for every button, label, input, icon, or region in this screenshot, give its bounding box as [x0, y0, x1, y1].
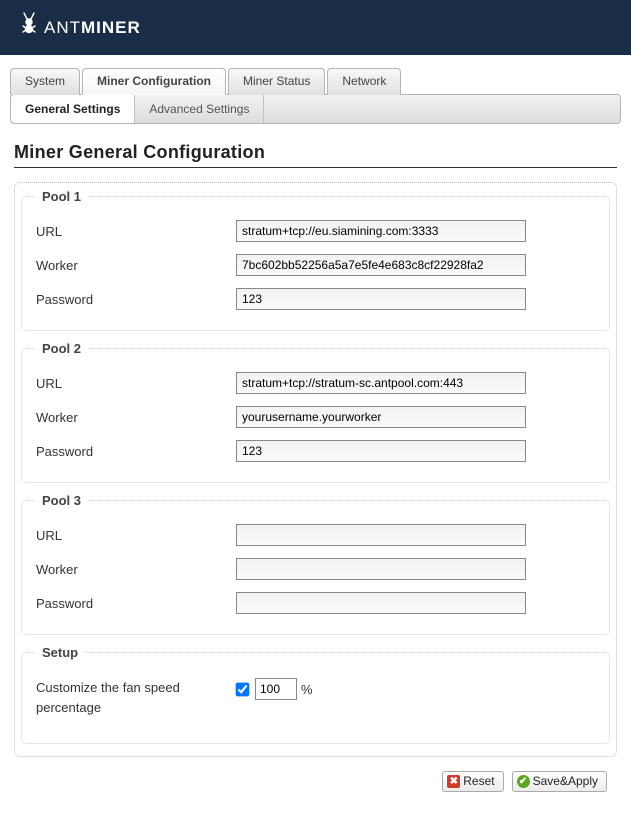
- config-panel: Pool 1 URL Worker Password Pool 2 URL W: [14, 182, 617, 757]
- pool-3-worker-label: Worker: [36, 562, 236, 577]
- pool-3-url-label: URL: [36, 528, 236, 543]
- pool-1-password-label: Password: [36, 292, 236, 307]
- percent-sign: %: [301, 682, 313, 697]
- pool-2-legend: Pool 2: [36, 341, 87, 356]
- save-apply-button[interactable]: ✔ Save&Apply: [512, 771, 607, 792]
- tab-miner-status[interactable]: Miner Status: [228, 68, 325, 95]
- pool-3-legend: Pool 3: [36, 493, 87, 508]
- setup-fieldset: Setup Customize the fan speed percentage…: [21, 645, 610, 744]
- subtab-advanced-settings[interactable]: Advanced Settings: [135, 95, 264, 123]
- pool-3-worker-input[interactable]: [236, 558, 526, 580]
- check-icon: ✔: [517, 775, 530, 788]
- antminer-ant-icon: [18, 10, 40, 38]
- pool-2-url-input[interactable]: [236, 372, 526, 394]
- brand-text: ANTMINER: [44, 18, 141, 38]
- setup-legend: Setup: [36, 645, 84, 660]
- action-buttons: ✖ Reset ✔ Save&Apply: [14, 771, 607, 792]
- save-apply-button-label: Save&Apply: [533, 774, 598, 788]
- tab-network[interactable]: Network: [327, 68, 401, 95]
- fan-speed-label: Customize the fan speed percentage: [36, 678, 236, 717]
- pool-3-fieldset: Pool 3 URL Worker Password: [21, 493, 610, 635]
- pool-1-fieldset: Pool 1 URL Worker Password: [21, 189, 610, 331]
- tab-system[interactable]: System: [10, 68, 80, 95]
- fan-speed-input[interactable]: [255, 678, 297, 700]
- pool-1-worker-label: Worker: [36, 258, 236, 273]
- sub-tab-bar: General Settings Advanced Settings: [10, 94, 621, 124]
- reset-button[interactable]: ✖ Reset: [442, 771, 503, 792]
- page-title: Miner General Configuration: [14, 142, 617, 163]
- main-tab-bar: System Miner Configuration Miner Status …: [10, 67, 621, 94]
- pool-3-password-label: Password: [36, 596, 236, 611]
- brand-logo: ANTMINER: [18, 10, 613, 38]
- pool-2-password-input[interactable]: [236, 440, 526, 462]
- pool-2-url-label: URL: [36, 376, 236, 391]
- pool-3-url-input[interactable]: [236, 524, 526, 546]
- pool-2-password-label: Password: [36, 444, 236, 459]
- pool-2-worker-label: Worker: [36, 410, 236, 425]
- title-rule: [14, 167, 617, 168]
- pool-3-password-input[interactable]: [236, 592, 526, 614]
- tab-miner-configuration[interactable]: Miner Configuration: [82, 68, 226, 95]
- pool-1-url-input[interactable]: [236, 220, 526, 242]
- pool-2-fieldset: Pool 2 URL Worker Password: [21, 341, 610, 483]
- subtab-general-settings[interactable]: General Settings: [11, 95, 135, 123]
- pool-1-worker-input[interactable]: [236, 254, 526, 276]
- reset-icon: ✖: [447, 775, 460, 788]
- pool-1-legend: Pool 1: [36, 189, 87, 204]
- pool-1-url-label: URL: [36, 224, 236, 239]
- app-header: ANTMINER: [0, 0, 631, 55]
- reset-button-label: Reset: [463, 774, 494, 788]
- pool-2-worker-input[interactable]: [236, 406, 526, 428]
- pool-1-password-input[interactable]: [236, 288, 526, 310]
